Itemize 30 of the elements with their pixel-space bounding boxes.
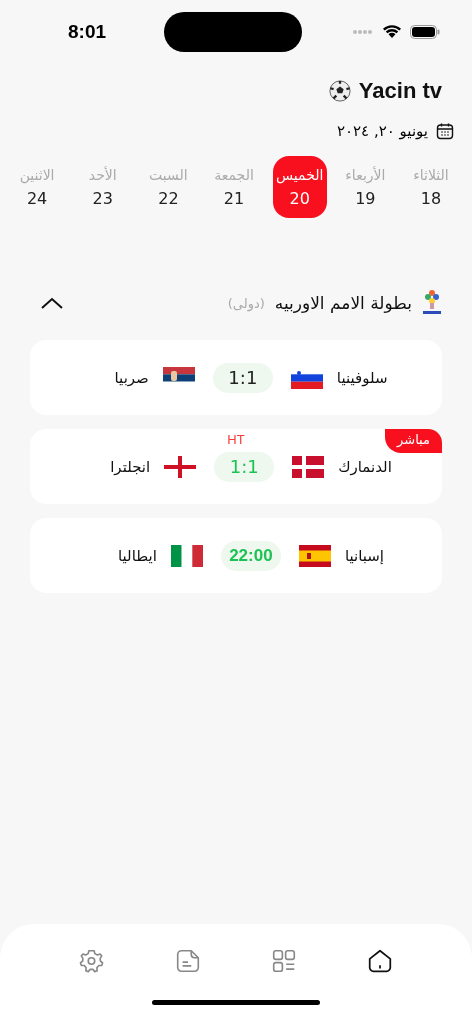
live-badge: مباشر bbox=[385, 429, 442, 453]
team-name: الدنمارك bbox=[338, 457, 392, 476]
flag-icon bbox=[298, 544, 331, 567]
document-icon bbox=[175, 948, 201, 974]
match-score: 1:1 bbox=[214, 451, 275, 482]
signal-icon bbox=[352, 29, 374, 35]
flag-icon bbox=[292, 455, 325, 478]
kickoff-time: 22:00 bbox=[220, 540, 281, 571]
team-name: انجلترا bbox=[110, 457, 151, 476]
settings-icon bbox=[79, 948, 105, 974]
team-name: ايطاليا bbox=[118, 546, 157, 565]
status-time: 8:01 bbox=[68, 21, 107, 43]
match-score: 1:1 bbox=[212, 362, 273, 393]
team-name: صربيا bbox=[114, 368, 149, 387]
collapse-chevron-icon[interactable] bbox=[40, 296, 64, 310]
battery-icon bbox=[410, 25, 440, 39]
league-name: بطولة الامم الاوربيه bbox=[274, 293, 412, 313]
flag-icon bbox=[170, 544, 203, 567]
team-name: إسبانيا bbox=[344, 546, 384, 565]
wifi-icon bbox=[382, 25, 402, 39]
soccer-ball-icon bbox=[328, 80, 351, 102]
app-title: Yacin tv bbox=[358, 78, 442, 104]
team-name: سلوفينيا bbox=[336, 368, 388, 387]
calendar-icon bbox=[436, 122, 454, 140]
league-tag: (دولى) bbox=[227, 295, 265, 311]
flag-icon bbox=[164, 455, 197, 478]
grid-icon bbox=[271, 948, 297, 974]
match-status: HT bbox=[227, 432, 245, 447]
home-icon bbox=[367, 948, 393, 974]
date-label: يونيو ٢٠, ٢٠٢٤ bbox=[336, 122, 428, 140]
